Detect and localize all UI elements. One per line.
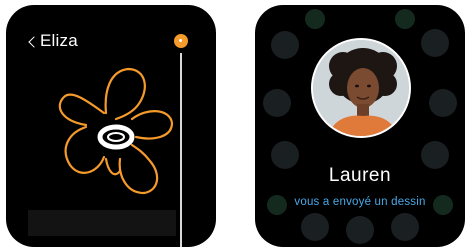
scroll-track [180,53,182,247]
avatar-photo [313,40,409,136]
sender-name: Lauren [328,165,392,186]
watch-screen-notification: Lauren vous a envoyé un dessin [255,5,465,247]
bottom-bar [28,210,176,236]
avatar[interactable] [311,38,411,138]
chevron-left-icon [28,35,40,48]
color-dot-icon [179,39,182,42]
flower-sketch [58,67,174,195]
notification-message: vous a envoyé un dessin [294,196,426,208]
watch-screen-digital-touch: Eliza [6,5,216,247]
back-button[interactable]: Eliza [28,31,78,51]
back-button-label: Eliza [40,31,78,50]
color-picker-dot[interactable] [174,34,188,48]
